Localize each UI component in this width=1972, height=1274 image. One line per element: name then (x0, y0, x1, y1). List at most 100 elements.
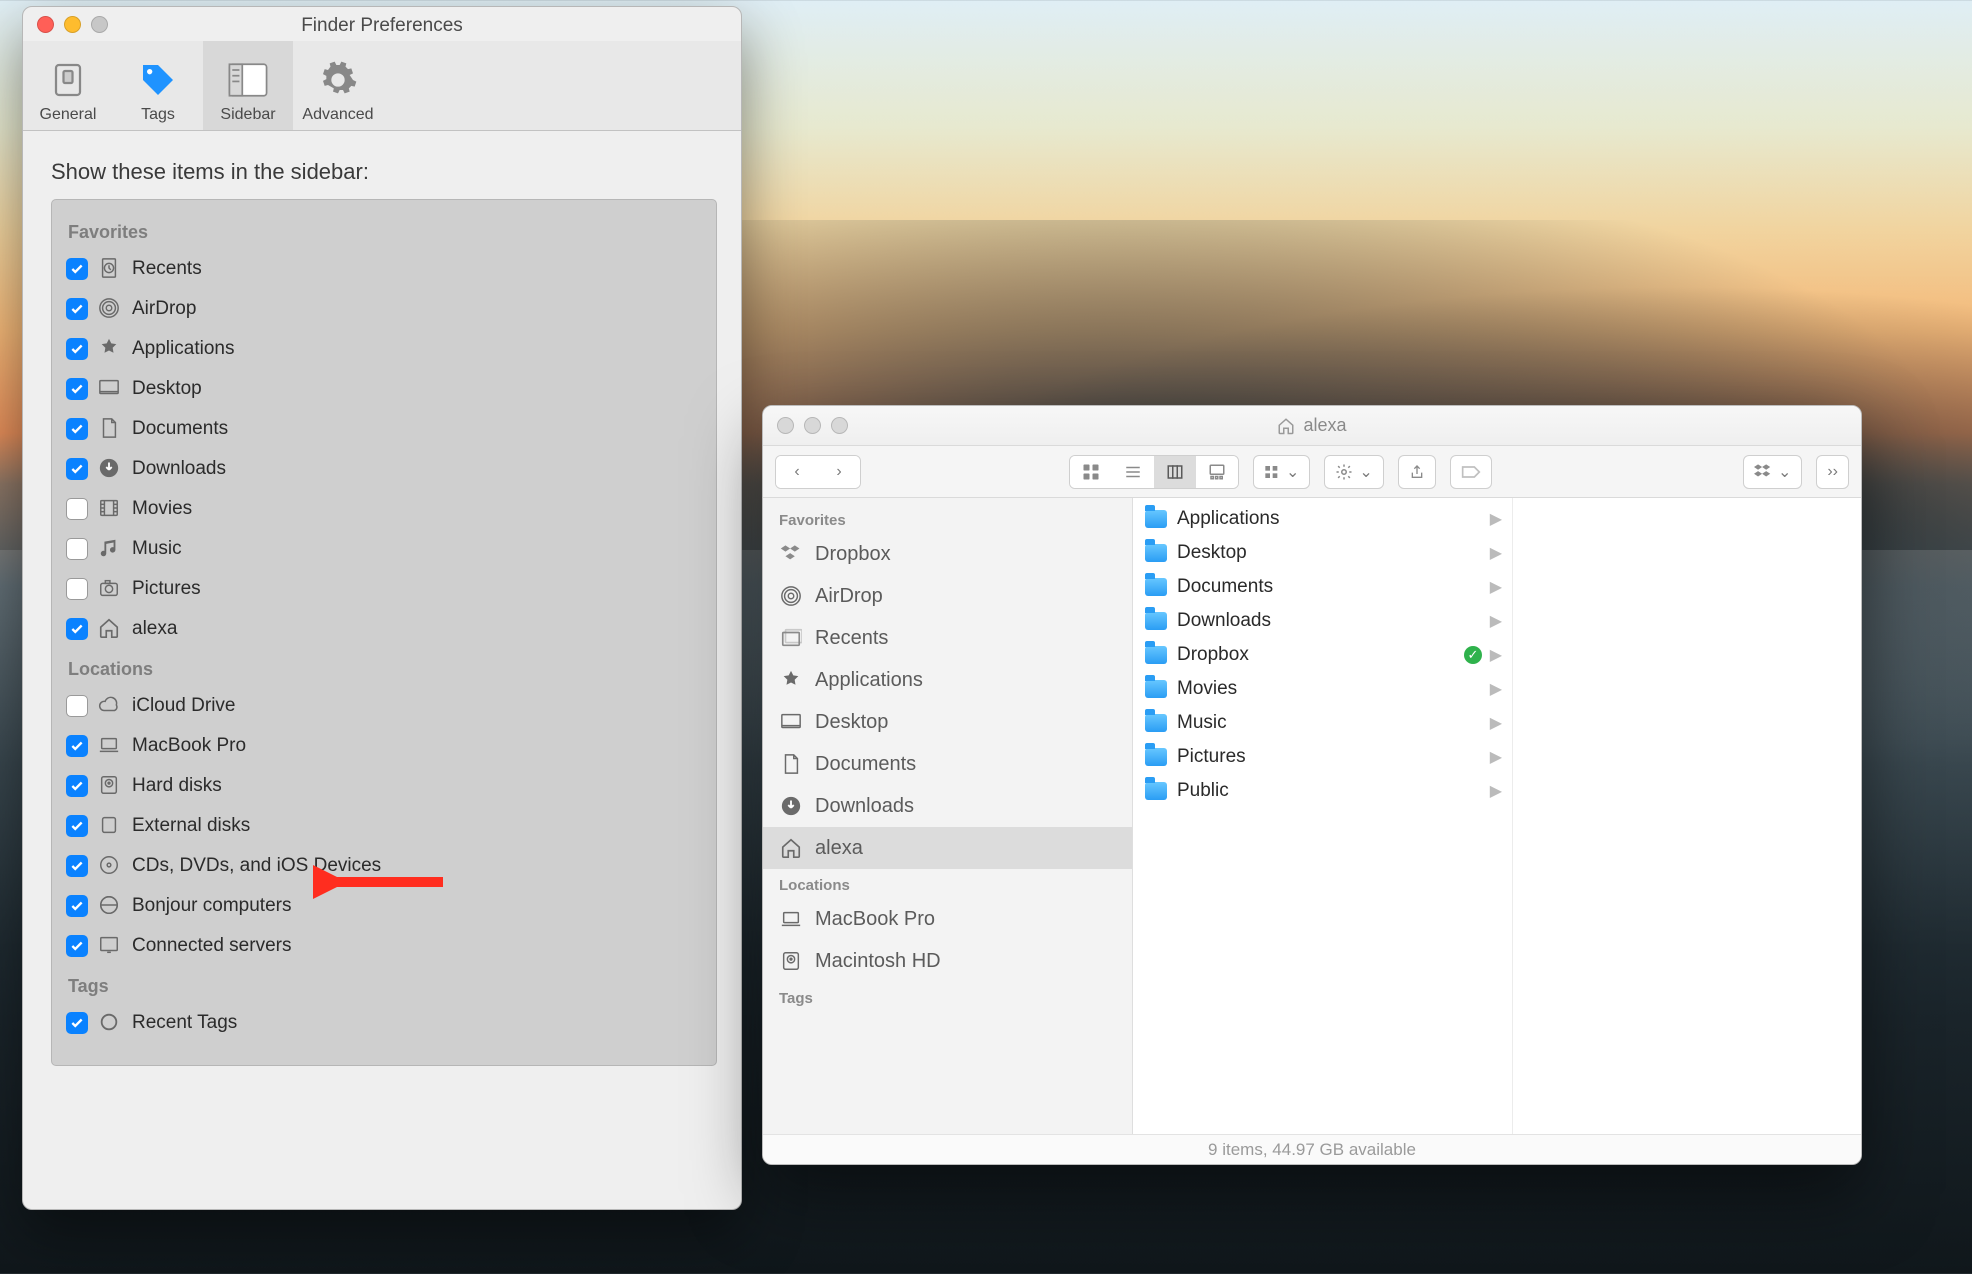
chevron-right-icon: ▶ (1490, 679, 1502, 699)
item-label: Downloads (1177, 610, 1271, 632)
checkbox[interactable] (66, 418, 88, 440)
sidebar-pref-row: CDs, DVDs, and iOS Devices (66, 846, 702, 886)
row-label: Desktop (132, 378, 202, 400)
folder-icon (1145, 748, 1167, 766)
tags-button[interactable] (1450, 455, 1492, 489)
checkbox[interactable] (66, 775, 88, 797)
sidebar-pref-row: Connected servers (66, 926, 702, 966)
overflow-button[interactable]: ›› (1816, 455, 1849, 489)
sidebar-item-label: alexa (815, 837, 863, 860)
circle-icon (98, 1011, 122, 1035)
checkbox[interactable] (66, 855, 88, 877)
row-label: Downloads (132, 458, 226, 480)
sidebar-item-downloads[interactable]: Downloads (763, 785, 1132, 827)
checkbox[interactable] (66, 815, 88, 837)
column-item[interactable]: Music▶ (1133, 706, 1512, 740)
list-view-button[interactable] (1112, 456, 1154, 488)
gallery-view-button[interactable] (1196, 456, 1238, 488)
sidebar-pref-row: Applications (66, 329, 702, 369)
sidebar-icon (226, 58, 270, 102)
checkbox[interactable] (66, 258, 88, 280)
checkbox[interactable] (66, 498, 88, 520)
sidebar-item-applications[interactable]: Applications (763, 659, 1132, 701)
dropbox-button[interactable]: ⌄ (1743, 455, 1802, 489)
tab-label: Tags (141, 106, 175, 124)
action-button[interactable]: ⌄ (1324, 455, 1383, 489)
sidebar-item-documents[interactable]: Documents (763, 743, 1132, 785)
sidebar-item-desktop[interactable]: Desktop (763, 701, 1132, 743)
checkbox[interactable] (66, 895, 88, 917)
movie-icon (98, 497, 122, 521)
checkbox[interactable] (66, 458, 88, 480)
icon-view-button[interactable] (1070, 456, 1112, 488)
sidebar-section-header: Favorites (763, 504, 1132, 533)
document-icon (779, 753, 803, 775)
chevron-down-icon: ⌄ (1359, 462, 1372, 482)
finder-title: alexa (1303, 415, 1346, 436)
prefs-tab-advanced[interactable]: Advanced (293, 41, 383, 130)
clock-doc-icon (98, 257, 122, 281)
row-label: alexa (132, 618, 177, 640)
checkbox[interactable] (66, 378, 88, 400)
arrange-button[interactable]: ⌄ (1253, 455, 1310, 489)
sidebar-pref-row: Downloads (66, 449, 702, 489)
checkbox[interactable] (66, 695, 88, 717)
folder-icon (1145, 782, 1167, 800)
sidebar-item-alexa[interactable]: alexa (763, 827, 1132, 869)
gear-icon (316, 58, 360, 102)
prefs-tab-sidebar[interactable]: Sidebar (203, 41, 293, 130)
column-item[interactable]: Documents▶ (1133, 570, 1512, 604)
checkbox[interactable] (66, 538, 88, 560)
checkbox[interactable] (66, 735, 88, 757)
row-label: AirDrop (132, 298, 196, 320)
sidebar-item-recents[interactable]: Recents (763, 617, 1132, 659)
forward-button[interactable]: › (818, 456, 860, 488)
checkbox[interactable] (66, 1012, 88, 1034)
column-item[interactable]: Dropbox✓▶ (1133, 638, 1512, 672)
folder-icon (1145, 646, 1167, 664)
column-item[interactable]: Downloads▶ (1133, 604, 1512, 638)
item-label: Desktop (1177, 542, 1247, 564)
checkbox[interactable] (66, 935, 88, 957)
row-label: Hard disks (132, 775, 222, 797)
checkbox[interactable] (66, 298, 88, 320)
sidebar-pref-row: Music (66, 529, 702, 569)
disc-icon (98, 854, 122, 878)
checkbox[interactable] (66, 338, 88, 360)
sidebar-item-macintosh-hd[interactable]: Macintosh HD (763, 940, 1132, 982)
checkbox[interactable] (66, 578, 88, 600)
finder-toolbar: ‹ › ⌄ ⌄ ⌄ ›› (763, 446, 1861, 498)
sidebar-pref-row: MacBook Pro (66, 726, 702, 766)
tab-label: Advanced (302, 106, 373, 124)
sidebar-pref-row: Desktop (66, 369, 702, 409)
column-item[interactable]: Applications▶ (1133, 502, 1512, 536)
row-label: Documents (132, 418, 228, 440)
column-item[interactable]: Public▶ (1133, 774, 1512, 808)
sidebar-item-macbook-pro[interactable]: MacBook Pro (763, 898, 1132, 940)
sidebar-pref-row: Hard disks (66, 766, 702, 806)
column-item[interactable]: Pictures▶ (1133, 740, 1512, 774)
row-label: CDs, DVDs, and iOS Devices (132, 855, 381, 877)
chevron-right-icon: ▶ (1490, 577, 1502, 597)
sidebar-pref-row: Pictures (66, 569, 702, 609)
checkbox[interactable] (66, 618, 88, 640)
sidebar-item-label: Dropbox (815, 543, 891, 566)
finder-window: alexa ‹ › ⌄ ⌄ ⌄ ›› Favorites Dropbox AirDr… (762, 405, 1862, 1165)
prefs-tab-tags[interactable]: Tags (113, 41, 203, 130)
prefs-tab-general[interactable]: General (23, 41, 113, 130)
item-label: Music (1177, 712, 1227, 734)
sidebar-item-label: Macintosh HD (815, 950, 941, 973)
share-button[interactable] (1398, 455, 1436, 489)
row-label: Music (132, 538, 182, 560)
back-button[interactable]: ‹ (776, 456, 818, 488)
camera-icon (98, 577, 122, 601)
column-item[interactable]: Movies▶ (1133, 672, 1512, 706)
row-label: iCloud Drive (132, 695, 235, 717)
sidebar-item-airdrop[interactable]: AirDrop (763, 575, 1132, 617)
sidebar-pref-row: External disks (66, 806, 702, 846)
sidebar-item-label: AirDrop (815, 585, 883, 608)
sidebar-item-dropbox[interactable]: Dropbox (763, 533, 1132, 575)
column-item[interactable]: Desktop▶ (1133, 536, 1512, 570)
column-view-button[interactable] (1154, 456, 1196, 488)
home-icon (1277, 417, 1295, 435)
